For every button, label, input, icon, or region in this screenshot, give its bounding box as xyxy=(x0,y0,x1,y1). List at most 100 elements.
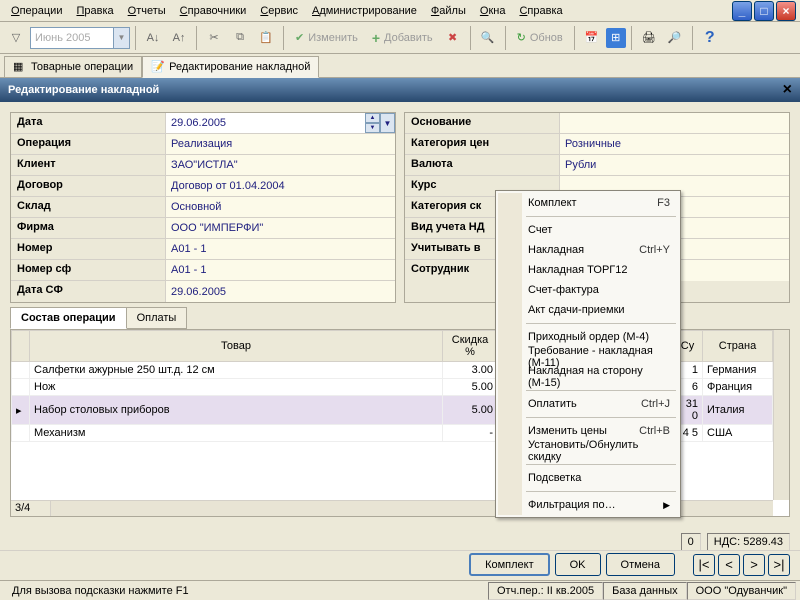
calculator-icon[interactable]: ⊞ xyxy=(606,28,626,48)
button-row: Комплект OK Отмена |< < > >| xyxy=(0,550,800,578)
nds-box: НДС: 5289.43 xyxy=(707,533,790,551)
chevron-down-icon[interactable]: ▼ xyxy=(113,28,129,48)
nav-next-button[interactable]: > xyxy=(743,554,765,576)
menu-shortcut: F3 xyxy=(657,197,670,209)
submenu-arrow-icon: ▶ xyxy=(663,500,670,511)
menu-separator xyxy=(526,417,676,418)
panel-close-icon[interactable]: × xyxy=(783,81,792,99)
context-menu-item[interactable]: Счет-фактура xyxy=(498,280,678,300)
context-menu-item[interactable]: Приходный ордер (М-4) xyxy=(498,327,678,347)
field-label: Валюта xyxy=(405,155,560,175)
context-menu-item[interactable]: Счет xyxy=(498,220,678,240)
table-cell xyxy=(12,379,30,396)
sort-asc-icon[interactable]: A↓ xyxy=(141,26,165,50)
menu-item-label: Оплатить xyxy=(528,398,577,410)
table-cell: Италия xyxy=(703,396,773,425)
field-value[interactable]: ЗАО"ИСТЛА" xyxy=(166,155,395,175)
komplekt-button[interactable]: Комплект xyxy=(469,553,550,576)
context-menu-item[interactable]: НакладнаяCtrl+Y xyxy=(498,240,678,260)
print-icon[interactable]: 🖨 xyxy=(637,26,661,50)
field-value[interactable]: А01 - 1 xyxy=(166,239,395,259)
column-header[interactable] xyxy=(12,331,30,362)
field-value[interactable]: Розничные xyxy=(560,134,789,154)
preview-icon[interactable]: 🔎 xyxy=(663,26,687,50)
paste-icon[interactable]: 📋 xyxy=(254,26,278,50)
nav-last-button[interactable]: >| xyxy=(768,554,790,576)
field-value[interactable]: Рубли xyxy=(560,155,789,175)
minimize-button[interactable]: _ xyxy=(732,1,752,21)
field-value[interactable]: 29.06.2005▲▼▼ xyxy=(166,113,395,133)
menu-item-label: Приходный ордер (М-4) xyxy=(528,331,649,343)
maximize-button[interactable]: □ xyxy=(754,1,774,21)
context-menu-item[interactable]: Оплатить Ctrl+J xyxy=(498,394,678,414)
filter-icon[interactable]: ▽ xyxy=(4,26,28,50)
refresh-button[interactable]: ↻Обнов xyxy=(511,26,569,50)
status-period: Отч.пер.: II кв.2005 xyxy=(488,582,603,600)
menu-сервис[interactable]: Сервис xyxy=(253,2,305,20)
tab-label: Товарные операции xyxy=(31,61,133,73)
status-org: ООО "Одуванчик" xyxy=(687,582,796,600)
sub-tab[interactable]: Состав операции xyxy=(10,307,127,329)
field-value[interactable]: 29.06.2005 xyxy=(166,281,395,302)
sort-desc-icon[interactable]: A↑ xyxy=(167,26,191,50)
table-cell: Салфетки ажурные 250 шт.д. 12 см xyxy=(30,362,443,379)
copy-icon[interactable]: ⧉ xyxy=(228,26,252,50)
close-button[interactable]: × xyxy=(776,1,796,21)
context-menu-item[interactable]: Акт сдачи-приемки xyxy=(498,300,678,320)
doc-tab[interactable]: ▦Товарные операции xyxy=(4,56,142,78)
field-label: Фирма xyxy=(11,218,166,238)
nav-prev-button[interactable]: < xyxy=(718,554,740,576)
panel-title: Редактирование накладной xyxy=(8,84,159,96)
cancel-button[interactable]: Отмена xyxy=(606,553,675,576)
menu-separator xyxy=(526,323,676,324)
field-value[interactable]: Договор от 01.04.2004 xyxy=(166,176,395,196)
context-menu-item[interactable]: Подсветка xyxy=(498,468,678,488)
menu-справочники[interactable]: Справочники xyxy=(173,2,254,20)
context-menu-item[interactable]: Накладная ТОРГ12 xyxy=(498,260,678,280)
field-value[interactable] xyxy=(560,113,789,133)
period-combo[interactable]: Июнь 2005 ▼ xyxy=(30,27,130,49)
menu-shortcut: Ctrl+J xyxy=(641,398,670,410)
field-value[interactable]: ООО "ИМПЕРФИ" xyxy=(166,218,395,238)
form-row: СкладОсновной xyxy=(11,197,395,218)
doc-tab[interactable]: 📝Редактирование накладной xyxy=(142,56,319,78)
field-label: Номер xyxy=(11,239,166,259)
search-icon[interactable]: 🔍 xyxy=(476,26,500,50)
menu-окна[interactable]: Окна xyxy=(473,2,513,20)
ok-button[interactable]: OK xyxy=(555,553,601,576)
menu-администрирование[interactable]: Администрирование xyxy=(305,2,424,20)
context-menu-item[interactable]: КомплектF3 xyxy=(498,193,678,213)
menu-операции[interactable]: Операции xyxy=(4,2,69,20)
column-header[interactable]: Товар xyxy=(30,331,443,362)
context-menu-item[interactable]: Требование - накладная (М-11) xyxy=(498,347,678,367)
context-menu-item[interactable]: Накладная на сторону (М-15) xyxy=(498,367,678,387)
vertical-scrollbar[interactable] xyxy=(773,330,789,500)
context-menu-item[interactable]: Фильтрация по…▶ xyxy=(498,495,678,515)
form-row: НомерА01 - 1 xyxy=(11,239,395,260)
menu-правка[interactable]: Правка xyxy=(69,2,120,20)
table-cell: ▸ xyxy=(12,396,30,425)
cut-icon[interactable]: ✂ xyxy=(202,26,226,50)
edit-button[interactable]: ✔Изменить xyxy=(289,26,364,50)
column-header[interactable]: Скидка % xyxy=(443,331,498,362)
table-cell: Франция xyxy=(703,379,773,396)
menu-shortcut: Ctrl+B xyxy=(639,425,670,437)
table-cell: Набор столовых приборов xyxy=(30,396,443,425)
help-icon[interactable]: ? xyxy=(698,26,722,50)
calendar-icon[interactable]: 📅 xyxy=(580,26,604,50)
menu-файлы[interactable]: Файлы xyxy=(424,2,473,20)
field-value[interactable]: А01 - 1 xyxy=(166,260,395,280)
status-db: База данных xyxy=(603,582,687,600)
add-button[interactable]: +Добавить xyxy=(366,26,439,50)
field-value[interactable]: Основной xyxy=(166,197,395,217)
context-menu-item[interactable]: Установить/Обнулить скидку xyxy=(498,441,678,461)
column-header[interactable]: Страна xyxy=(703,331,773,362)
delete-icon[interactable]: ✖ xyxy=(441,26,465,50)
field-value[interactable]: Реализация xyxy=(166,134,395,154)
context-menu-item[interactable]: Изменить ценыCtrl+B xyxy=(498,421,678,441)
sub-tab[interactable]: Оплаты xyxy=(126,307,188,329)
menu-справка[interactable]: Справка xyxy=(512,2,569,20)
menu-item-label: Установить/Обнулить скидку xyxy=(528,439,670,463)
menu-отчеты[interactable]: Отчеты xyxy=(121,2,173,20)
nav-first-button[interactable]: |< xyxy=(693,554,715,576)
